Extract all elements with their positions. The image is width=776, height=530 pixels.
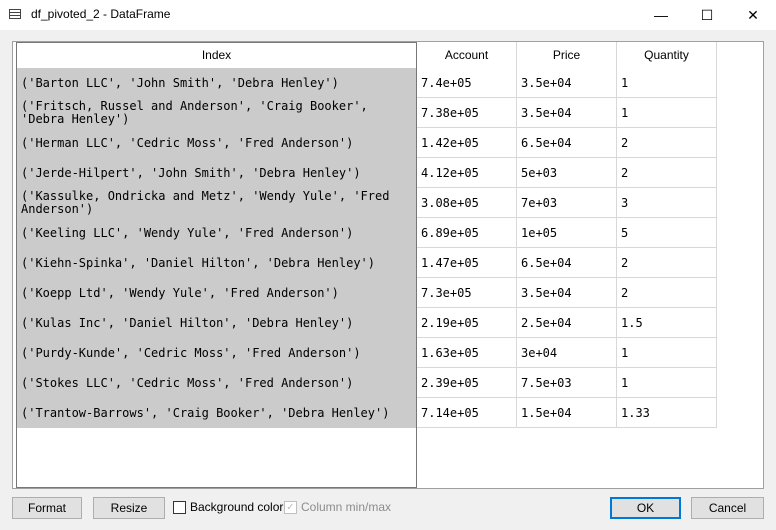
table-cell[interactable]: 1.42e+05 [417,128,517,158]
column-header[interactable]: Quantity [617,42,717,68]
table-cell[interactable]: 3e+04 [517,338,617,368]
table-cell[interactable]: 1.5 [617,308,717,338]
table-cell[interactable]: 5 [617,218,717,248]
window-title: df_pivoted_2 - DataFrame [31,7,171,21]
table-cell[interactable]: 1e+05 [517,218,617,248]
table-cell[interactable]: 6.5e+04 [517,128,617,158]
index-cell[interactable]: ('Koepp Ltd', 'Wendy Yule', 'Fred Anders… [17,278,416,308]
table-cell[interactable]: 7.4e+05 [417,68,517,98]
index-cell[interactable]: ('Keeling LLC', 'Wendy Yule', 'Fred Ande… [17,218,416,248]
index-cell[interactable]: ('Barton LLC', 'John Smith', 'Debra Henl… [17,68,416,98]
table-cell[interactable]: 3.5e+04 [517,98,617,128]
table-row: 2.39e+05 7.5e+03 1 [417,368,717,398]
table-cell[interactable]: 7e+03 [517,188,617,218]
table-cell[interactable]: 6.5e+04 [517,248,617,278]
column-minmax-label: Column min/max [301,500,392,514]
title-bar: df_pivoted_2 - DataFrame — ☐ ✕ [0,0,776,30]
close-button[interactable]: ✕ [730,0,776,30]
table-row: 7.14e+05 1.5e+04 1.33 [417,398,717,428]
table-cell[interactable]: 3.5e+04 [517,68,617,98]
table-cell[interactable]: 2 [617,158,717,188]
column-header[interactable]: Price [517,42,617,68]
index-pane: Index ('Barton LLC', 'John Smith', 'Debr… [16,42,417,488]
index-cell[interactable]: ('Kulas Inc', 'Daniel Hilton', 'Debra He… [17,308,416,338]
table-cell[interactable]: 1.47e+05 [417,248,517,278]
table-cell[interactable]: 2.5e+04 [517,308,617,338]
data-pane: Account Price Quantity 7.4e+05 3.5e+04 1 7.38… [417,42,717,428]
table-cell[interactable]: 7.14e+05 [417,398,517,428]
data-body: 7.4e+05 3.5e+04 1 7.38e+05 3.5e+04 1 1.42e+05 6… [417,68,717,428]
table-row: 7.38e+05 3.5e+04 1 [417,98,717,128]
index-cell[interactable]: ('Kiehn-Spinka', 'Daniel Hilton', 'Debra… [17,248,416,278]
table-cell[interactable]: 4.12e+05 [417,158,517,188]
table-cell[interactable]: 2 [617,248,717,278]
maximize-button[interactable]: ☐ [684,0,730,30]
table-cell[interactable]: 1 [617,338,717,368]
table-cell[interactable]: 1 [617,98,717,128]
table-cell[interactable]: 3.08e+05 [417,188,517,218]
table-cell[interactable]: 3.5e+04 [517,278,617,308]
index-cell[interactable]: ('Herman LLC', 'Cedric Moss', 'Fred Ande… [17,128,416,158]
table-cell[interactable]: 1.5e+04 [517,398,617,428]
cancel-button[interactable]: Cancel [691,497,764,519]
table-cell[interactable]: 7.38e+05 [417,98,517,128]
column-minmax-checkbox[interactable]: ✓ Column min/max [284,500,391,514]
minimize-button[interactable]: — [638,0,684,30]
index-cell[interactable]: ('Jerde-Hilpert', 'John Smith', 'Debra H… [17,158,416,188]
column-header-row: Account Price Quantity [417,42,717,68]
table-cell[interactable]: 5e+03 [517,158,617,188]
table-icon [9,9,21,19]
dataframe-table: Index ('Barton LLC', 'John Smith', 'Debr… [12,41,764,489]
table-cell[interactable]: 1 [617,368,717,398]
table-row: 2.19e+05 2.5e+04 1.5 [417,308,717,338]
ok-button[interactable]: OK [610,497,681,519]
table-row: 1.47e+05 6.5e+04 2 [417,248,717,278]
table-cell[interactable]: 2.39e+05 [417,368,517,398]
index-header[interactable]: Index [17,43,416,69]
checkmark-icon[interactable]: ✓ [284,500,297,514]
table-row: 3.08e+05 7e+03 3 [417,188,717,218]
background-color-label: Background color [190,500,284,514]
table-cell[interactable]: 1.33 [617,398,717,428]
index-cell[interactable]: ('Kassulke, Ondricka and Metz', 'Wendy Y… [17,188,416,218]
table-row: 6.89e+05 1e+05 5 [417,218,717,248]
table-cell[interactable]: 2.19e+05 [417,308,517,338]
resize-button[interactable]: Resize [93,497,165,519]
background-color-checkbox[interactable]: Background color [173,500,283,514]
table-cell[interactable]: 6.89e+05 [417,218,517,248]
table-cell[interactable]: 1 [617,68,717,98]
table-cell[interactable]: 7.5e+03 [517,368,617,398]
table-row: 7.3e+05 3.5e+04 2 [417,278,717,308]
table-row: 1.42e+05 6.5e+04 2 [417,128,717,158]
format-button[interactable]: Format [12,497,82,519]
table-cell[interactable]: 7.3e+05 [417,278,517,308]
index-cell[interactable]: ('Fritsch, Russel and Anderson', 'Craig … [17,98,416,128]
column-header[interactable]: Account [417,42,517,68]
index-cell[interactable]: ('Purdy-Kunde', 'Cedric Moss', 'Fred And… [17,338,416,368]
table-cell[interactable]: 2 [617,128,717,158]
table-row: 1.63e+05 3e+04 1 [417,338,717,368]
table-cell[interactable]: 3 [617,188,717,218]
index-cell[interactable]: ('Trantow-Barrows', 'Craig Booker', 'Deb… [17,398,416,428]
index-body: ('Barton LLC', 'John Smith', 'Debra Henl… [17,68,416,428]
index-cell[interactable]: ('Stokes LLC', 'Cedric Moss', 'Fred Ande… [17,368,416,398]
table-cell[interactable]: 2 [617,278,717,308]
checkbox-box[interactable] [173,500,186,514]
table-cell[interactable]: 1.63e+05 [417,338,517,368]
table-row: 7.4e+05 3.5e+04 1 [417,68,717,98]
table-row: 4.12e+05 5e+03 2 [417,158,717,188]
